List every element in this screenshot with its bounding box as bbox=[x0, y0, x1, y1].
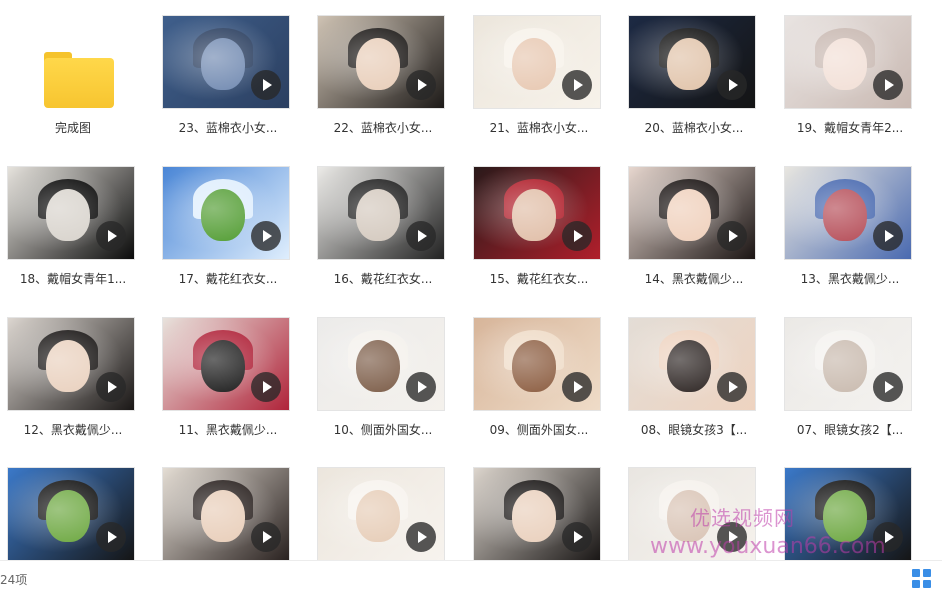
video-item[interactable]: 18、戴帽女青年1... bbox=[8, 167, 163, 317]
item-label: 17、戴花红衣女... bbox=[178, 272, 278, 286]
video-thumbnail bbox=[8, 318, 134, 410]
item-label: 15、戴花红衣女... bbox=[489, 272, 589, 286]
play-icon[interactable] bbox=[251, 70, 281, 100]
item-count: 24项 bbox=[0, 573, 28, 587]
video-thumbnail bbox=[629, 167, 755, 259]
play-icon[interactable] bbox=[96, 372, 126, 402]
video-item[interactable]: 08、眼镜女孩3【... bbox=[629, 318, 784, 468]
file-grid: 完成图 23、蓝棉衣小女... 22、蓝棉衣小女... 21、蓝棉衣小女... 20、蓝… bbox=[0, 0, 942, 560]
folder-icon bbox=[44, 52, 114, 108]
play-icon[interactable] bbox=[717, 372, 747, 402]
video-thumbnail bbox=[163, 167, 289, 259]
video-item[interactable]: 12、黑衣戴佩少... bbox=[8, 318, 163, 468]
item-label: 07、眼镜女孩2【... bbox=[796, 423, 904, 437]
video-item[interactable]: 07、眼镜女孩2【... bbox=[785, 318, 940, 468]
video-item[interactable]: 14、黑衣戴佩少... bbox=[629, 167, 784, 317]
play-icon[interactable] bbox=[717, 70, 747, 100]
play-icon[interactable] bbox=[873, 372, 903, 402]
play-icon[interactable] bbox=[873, 221, 903, 251]
video-item[interactable] bbox=[163, 468, 318, 560]
video-thumbnail bbox=[785, 167, 911, 259]
video-item[interactable]: 09、侧面外国女... bbox=[474, 318, 629, 468]
video-thumbnail bbox=[785, 468, 911, 560]
play-icon[interactable] bbox=[406, 522, 436, 552]
video-item[interactable] bbox=[785, 468, 940, 560]
item-label: 08、眼镜女孩3【... bbox=[640, 423, 748, 437]
video-thumbnail bbox=[785, 16, 911, 108]
video-thumbnail bbox=[318, 167, 444, 259]
video-thumbnail bbox=[474, 16, 600, 108]
video-thumbnail bbox=[163, 318, 289, 410]
video-item[interactable]: 21、蓝棉衣小女... bbox=[474, 16, 629, 166]
item-label: 完成图 bbox=[54, 121, 91, 135]
video-thumbnail bbox=[474, 318, 600, 410]
video-thumbnail bbox=[474, 468, 600, 560]
video-thumbnail bbox=[163, 468, 289, 560]
play-icon[interactable] bbox=[873, 522, 903, 552]
video-thumbnail bbox=[629, 318, 755, 410]
video-thumbnail bbox=[629, 468, 755, 560]
video-item[interactable]: 11、黑衣戴佩少... bbox=[163, 318, 318, 468]
video-item[interactable]: 22、蓝棉衣小女... bbox=[318, 16, 473, 166]
item-label: 22、蓝棉衣小女... bbox=[333, 121, 433, 135]
video-thumbnail bbox=[318, 318, 444, 410]
video-item[interactable]: 10、侧面外国女... bbox=[318, 318, 473, 468]
play-icon[interactable] bbox=[562, 70, 592, 100]
play-icon[interactable] bbox=[406, 372, 436, 402]
video-thumbnail bbox=[8, 468, 134, 560]
item-label: 13、黑衣戴佩少... bbox=[800, 272, 900, 286]
play-icon[interactable] bbox=[406, 221, 436, 251]
item-label: 16、戴花红衣女... bbox=[333, 272, 433, 286]
play-icon[interactable] bbox=[406, 70, 436, 100]
video-item[interactable] bbox=[8, 468, 163, 560]
play-icon[interactable] bbox=[251, 221, 281, 251]
video-item[interactable] bbox=[318, 468, 473, 560]
play-icon[interactable] bbox=[873, 70, 903, 100]
item-label: 11、黑衣戴佩少... bbox=[178, 423, 278, 437]
item-label: 18、戴帽女青年1... bbox=[19, 272, 127, 286]
play-icon[interactable] bbox=[251, 522, 281, 552]
video-thumbnail bbox=[163, 16, 289, 108]
video-item[interactable]: 16、戴花红衣女... bbox=[318, 167, 473, 317]
video-thumbnail bbox=[474, 167, 600, 259]
play-icon[interactable] bbox=[562, 522, 592, 552]
item-label: 14、黑衣戴佩少... bbox=[644, 272, 744, 286]
grid-view-icon[interactable] bbox=[912, 569, 932, 589]
item-label: 23、蓝棉衣小女... bbox=[178, 121, 278, 135]
video-item[interactable]: 17、戴花红衣女... bbox=[163, 167, 318, 317]
play-icon[interactable] bbox=[717, 522, 747, 552]
item-label: 20、蓝棉衣小女... bbox=[644, 121, 744, 135]
video-thumbnail bbox=[318, 16, 444, 108]
play-icon[interactable] bbox=[96, 221, 126, 251]
video-item[interactable]: 20、蓝棉衣小女... bbox=[629, 16, 784, 166]
video-thumbnail bbox=[318, 468, 444, 560]
item-label: 10、侧面外国女... bbox=[333, 423, 433, 437]
play-icon[interactable] bbox=[251, 372, 281, 402]
folder-item[interactable]: 完成图 bbox=[8, 16, 163, 166]
video-thumbnail bbox=[785, 318, 911, 410]
video-item[interactable] bbox=[629, 468, 784, 560]
video-thumbnail bbox=[8, 167, 134, 259]
video-item[interactable] bbox=[474, 468, 629, 560]
item-label: 21、蓝棉衣小女... bbox=[489, 121, 589, 135]
play-icon[interactable] bbox=[562, 372, 592, 402]
video-item[interactable]: 23、蓝棉衣小女... bbox=[163, 16, 318, 166]
play-icon[interactable] bbox=[562, 221, 592, 251]
video-item[interactable]: 19、戴帽女青年2... bbox=[785, 16, 940, 166]
item-label: 09、侧面外国女... bbox=[489, 423, 589, 437]
status-bar: 24项 bbox=[0, 560, 942, 600]
item-label: 19、戴帽女青年2... bbox=[796, 121, 904, 135]
video-thumbnail bbox=[629, 16, 755, 108]
video-item[interactable]: 15、戴花红衣女... bbox=[474, 167, 629, 317]
play-icon[interactable] bbox=[717, 221, 747, 251]
play-icon[interactable] bbox=[96, 522, 126, 552]
video-item[interactable]: 13、黑衣戴佩少... bbox=[785, 167, 940, 317]
item-label: 12、黑衣戴佩少... bbox=[23, 423, 123, 437]
